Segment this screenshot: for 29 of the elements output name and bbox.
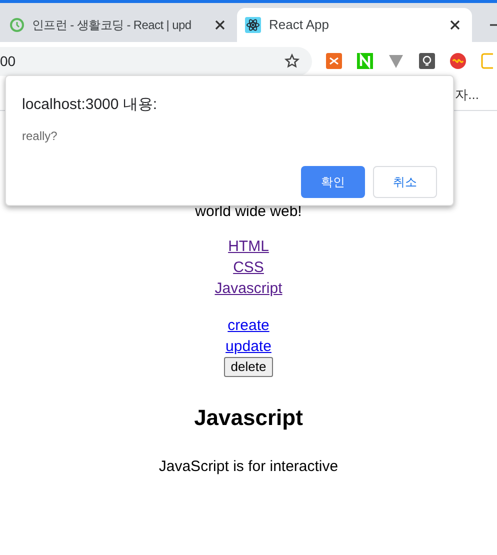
cancel-button[interactable]: 취소 (373, 166, 437, 198)
confirm-button[interactable]: 확인 (301, 166, 365, 198)
atom-icon (245, 17, 261, 33)
clock-icon (10, 18, 24, 32)
topic-link[interactable]: HTML (228, 236, 269, 256)
browser-tab[interactable]: 인프런 - 생활코딩 - React | upd (2, 8, 237, 42)
topic-link[interactable]: CSS (233, 256, 264, 278)
address-bar[interactable]: 00 (0, 46, 312, 76)
dialog-message: really? (22, 128, 58, 144)
bookmark[interactable]: 자... (455, 85, 479, 105)
close-icon[interactable] (215, 20, 225, 30)
section-heading: Javascript (194, 404, 303, 432)
action-link[interactable]: create (228, 314, 270, 336)
url-text: 00 (0, 52, 16, 70)
lightbulb-icon[interactable] (419, 53, 435, 69)
close-icon[interactable] (450, 20, 460, 30)
star-icon[interactable] (284, 53, 300, 69)
description-text: JavaScript is for interactive (158, 456, 338, 476)
extension-icon[interactable] (326, 53, 342, 69)
browser-tab[interactable]: React App (237, 8, 472, 42)
tab-title: 인프런 - 생활코딩 - React | upd (32, 17, 192, 34)
extension-icon[interactable] (450, 53, 466, 69)
delete-button[interactable]: delete (224, 356, 274, 376)
intro-text: world wide web! (195, 202, 302, 222)
tab-title: React App (269, 16, 330, 34)
topic-link[interactable]: Javascript (214, 278, 282, 298)
action-link[interactable]: update (226, 336, 272, 356)
dialog-title: localhost:3000 내용: (22, 95, 158, 115)
extension-icon[interactable] (388, 53, 404, 69)
